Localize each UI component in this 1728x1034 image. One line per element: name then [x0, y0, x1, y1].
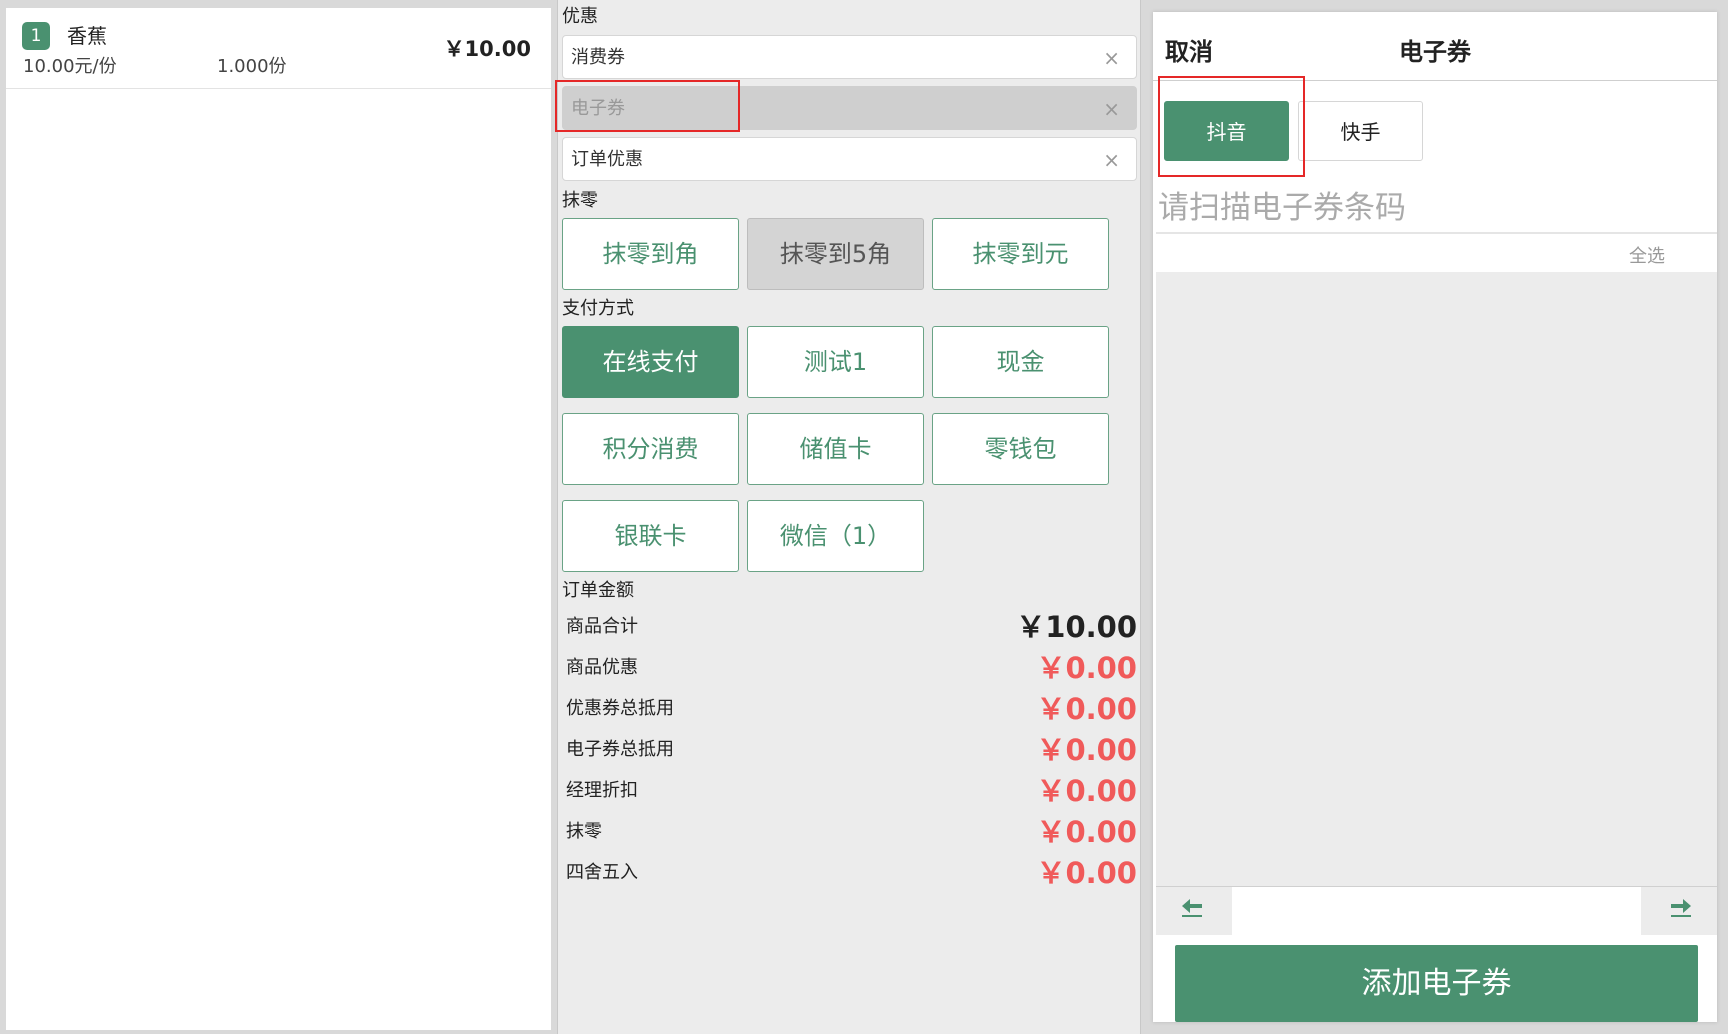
voucher-field[interactable]: 消费券 × [562, 35, 1137, 79]
summary-row: 优惠券总抵用 ￥0.00 [566, 689, 1137, 729]
highlight-box [555, 80, 740, 132]
pay-online-button[interactable]: 在线支付 [562, 326, 739, 398]
clear-icon[interactable]: × [1103, 138, 1120, 182]
arrow-left-icon[interactable] [1156, 887, 1228, 935]
item-name: 香蕉 [67, 24, 107, 48]
summary-label: 电子券总抵用 [566, 739, 674, 760]
item-quantity: 1.000份 [217, 56, 287, 77]
summary-value: ￥10.00 [1016, 610, 1137, 644]
checkout-panel: 优惠 消费券 × 电子券 × 订单优惠 × 抹零 抹零到角 抹零到5角 抹零到元… [555, 0, 1141, 1034]
summary-section-label: 订单金额 [562, 580, 634, 601]
summary-row: 商品合计 ￥10.00 [566, 607, 1137, 647]
pay-test1-button[interactable]: 测试1 [747, 326, 924, 398]
round-to-jiao-button[interactable]: 抹零到角 [562, 218, 739, 290]
order-items-panel: 1 香蕉 ￥10.00 10.00元/份 1.000份 [6, 8, 551, 1030]
clear-icon[interactable]: × [1103, 36, 1120, 80]
summary-value: ￥0.00 [1036, 815, 1137, 849]
order-discount-field[interactable]: 订单优惠 × [562, 137, 1137, 181]
round-to-yuan-button[interactable]: 抹零到元 [932, 218, 1109, 290]
item-unit-price: 10.00元/份 [23, 56, 117, 77]
pay-wechat-button[interactable]: 微信（1） [747, 500, 924, 572]
summary-row: 商品优惠 ￥0.00 [566, 648, 1137, 688]
cancel-button[interactable]: 取消 [1165, 36, 1213, 68]
scan-barcode-input[interactable] [1156, 184, 1717, 234]
pager-track [1232, 887, 1641, 935]
summary-row: 四舍五入 ￥0.00 [566, 853, 1137, 893]
summary-label: 商品优惠 [566, 657, 638, 678]
summary-value: ￥0.00 [1036, 692, 1137, 726]
summary-label: 优惠券总抵用 [566, 698, 674, 719]
summary-label: 商品合计 [566, 616, 638, 637]
item-amount: ￥10.00 [443, 37, 531, 61]
pay-wallet-button[interactable]: 零钱包 [932, 413, 1109, 485]
add-ecoupon-button[interactable]: 添加电子券 [1175, 945, 1698, 1022]
item-index-badge: 1 [22, 22, 50, 50]
select-all-button[interactable]: 全选 [1629, 245, 1665, 269]
voucher-field-label: 消费券 [571, 47, 625, 68]
summary-label: 四舍五入 [566, 862, 638, 883]
summary-label: 抹零 [566, 821, 602, 842]
pay-points-button[interactable]: 积分消费 [562, 413, 739, 485]
summary-value: ￥0.00 [1036, 856, 1137, 890]
pager [1156, 886, 1717, 935]
highlight-box [1158, 76, 1305, 177]
summary-row: 经理折扣 ￥0.00 [566, 771, 1137, 811]
ecoupon-dialog: 电子券 取消 抖音 快手 全选 添加电子券 [1153, 12, 1717, 1022]
tab-kuaishou[interactable]: 快手 [1298, 101, 1423, 161]
order-item-row[interactable]: 1 香蕉 ￥10.00 10.00元/份 1.000份 [6, 8, 551, 89]
arrow-right-icon[interactable] [1645, 887, 1717, 935]
payment-section-label: 支付方式 [562, 298, 634, 319]
order-discount-field-label: 订单优惠 [571, 149, 643, 170]
summary-row: 抹零 ￥0.00 [566, 812, 1137, 852]
rounding-section-label: 抹零 [562, 190, 598, 211]
summary-value: ￥0.00 [1036, 733, 1137, 767]
dialog-header: 电子券 取消 [1153, 12, 1717, 81]
summary-row: 电子券总抵用 ￥0.00 [566, 730, 1137, 770]
summary-value: ￥0.00 [1036, 651, 1137, 685]
round-to-5jiao-button[interactable]: 抹零到5角 [747, 218, 924, 290]
discount-section-label: 优惠 [562, 6, 598, 27]
pay-cash-button[interactable]: 现金 [932, 326, 1109, 398]
pay-unionpay-button[interactable]: 银联卡 [562, 500, 739, 572]
summary-label: 经理折扣 [566, 780, 638, 801]
dialog-title: 电子券 [1399, 38, 1471, 66]
summary-value: ￥0.00 [1036, 774, 1137, 808]
pay-stored-value-card-button[interactable]: 储值卡 [747, 413, 924, 485]
clear-icon[interactable]: × [1103, 87, 1120, 131]
coupon-list [1156, 272, 1717, 886]
